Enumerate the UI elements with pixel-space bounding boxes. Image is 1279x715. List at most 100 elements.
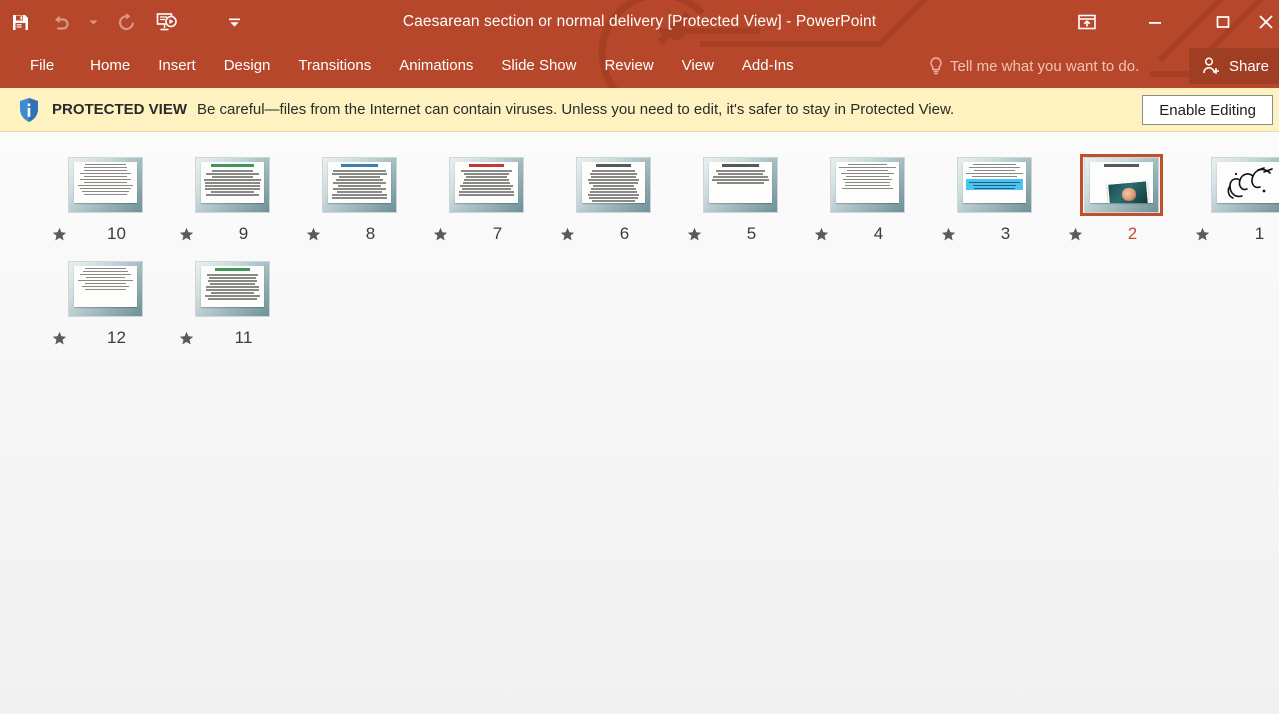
star-icon[interactable]: [175, 227, 197, 242]
slide-caption: 1: [1185, 222, 1279, 246]
slide-text-line: [841, 187, 893, 189]
tab-insert[interactable]: Insert: [144, 44, 210, 88]
slide-text-line: [712, 179, 769, 181]
enable-editing-button[interactable]: Enable Editing: [1142, 95, 1273, 125]
tab-file[interactable]: File: [0, 44, 76, 88]
slide-thumbnail-item[interactable]: 6: [550, 142, 677, 246]
slide-sorter-pane[interactable]: 10 9 8 7 6 5 4 3 2 1 12 11: [0, 132, 1279, 714]
star-icon[interactable]: [1064, 227, 1086, 242]
star-icon[interactable]: [810, 227, 832, 242]
slide-thumbnail-item[interactable]: 9: [169, 142, 296, 246]
tab-design[interactable]: Design: [210, 44, 285, 88]
slide-thumbnail-item[interactable]: 7: [423, 142, 550, 246]
star-icon[interactable]: [48, 227, 70, 242]
slide-thumbnail[interactable]: [191, 154, 274, 216]
slide-thumbnail-item[interactable]: 8: [296, 142, 423, 246]
slide-text-line: [716, 170, 765, 172]
slide-title-line: [721, 164, 760, 167]
slide-text-line: [211, 292, 254, 294]
star-icon[interactable]: [48, 331, 70, 346]
slide-number: 9: [238, 224, 249, 243]
slide-thumbnail[interactable]: [953, 154, 1036, 216]
slide-text-line: [206, 286, 259, 288]
slide-thumbnail[interactable]: [191, 258, 274, 320]
slide-preview: [703, 157, 778, 213]
star-icon[interactable]: [302, 227, 324, 242]
slide-caption: 6: [550, 222, 677, 246]
slide-text-line: [85, 276, 126, 278]
slide-text-line: [592, 185, 635, 187]
star-icon[interactable]: [937, 227, 959, 242]
slide-text-line: [844, 184, 891, 186]
star-icon[interactable]: [175, 331, 197, 346]
slide-text-line: [966, 172, 1023, 174]
slide-thumbnail-item[interactable]: 2: [1058, 142, 1185, 246]
star-icon[interactable]: [683, 227, 705, 242]
slide-thumbnail-item[interactable]: 1: [1185, 142, 1279, 246]
slide-title-line: [211, 164, 254, 167]
close-icon: [1259, 15, 1273, 29]
slide-text-line: [969, 181, 1020, 183]
slide-text-line: [716, 182, 765, 184]
slide-thumbnail[interactable]: [64, 258, 147, 320]
slide-thumbnail-selected[interactable]: [1080, 154, 1163, 216]
star-icon[interactable]: [1191, 227, 1213, 242]
minimize-button[interactable]: [1121, 0, 1189, 44]
slide-number: 10: [107, 224, 126, 243]
slide-text-line: [206, 173, 259, 175]
star-icon[interactable]: [429, 227, 451, 242]
slide-thumbnail-item[interactable]: 5: [677, 142, 804, 246]
slide-text-line: [77, 279, 134, 281]
slide-grid: 10 9 8 7 6 5 4 3 2 1 12 11: [42, 142, 1279, 350]
slide-thumbnail[interactable]: [1207, 154, 1279, 216]
slide-text-line: [587, 179, 639, 181]
tab-animations[interactable]: Animations: [385, 44, 487, 88]
tab-transitions[interactable]: Transitions: [284, 44, 385, 88]
slide-text-line: [204, 185, 261, 187]
slide-thumbnail[interactable]: [699, 154, 782, 216]
slide-text-line: [974, 169, 1015, 171]
slide-thumbnail[interactable]: [445, 154, 528, 216]
slide-text-line: [458, 191, 515, 193]
slide-thumbnail[interactable]: [318, 154, 401, 216]
slide-thumbnail-item[interactable]: 12: [42, 246, 169, 350]
slide-text-line: [206, 274, 259, 276]
tab-add-ins[interactable]: Add-Ins: [728, 44, 808, 88]
slide-number: 4: [873, 224, 884, 243]
slide-text-line: [846, 175, 889, 177]
tab-view[interactable]: View: [668, 44, 728, 88]
tab-slide-show[interactable]: Slide Show: [487, 44, 590, 88]
slide-text-line: [211, 170, 254, 172]
close-button[interactable]: [1257, 0, 1279, 44]
ribbon-display-options-button[interactable]: [1053, 0, 1121, 44]
minimize-icon: [1149, 22, 1161, 24]
tab-review[interactable]: Review: [590, 44, 667, 88]
restore-button[interactable]: [1189, 0, 1257, 44]
maximize-icon: [1216, 16, 1230, 28]
tell-me-search[interactable]: Tell me what you want to do.: [928, 44, 1139, 88]
slide-thumbnail-item[interactable]: 10: [42, 142, 169, 246]
slide-number: 11: [234, 328, 253, 347]
slide-text-line: [464, 173, 509, 175]
tab-home[interactable]: Home: [76, 44, 144, 88]
slide-content: [201, 266, 264, 307]
slide-thumbnail-item[interactable]: 11: [169, 246, 296, 350]
slide-thumbnail[interactable]: [64, 154, 147, 216]
title-bar: Caesarean section or normal delivery [Pr…: [0, 0, 1279, 44]
slide-text-line: [84, 193, 127, 195]
slide-thumbnail[interactable]: [572, 154, 655, 216]
slide-text-line: [466, 176, 507, 178]
slide-thumbnail-item[interactable]: 3: [931, 142, 1058, 246]
slide-thumbnail-item[interactable]: 4: [804, 142, 931, 246]
star-icon[interactable]: [556, 227, 578, 242]
slide-number: 2: [1127, 224, 1138, 243]
slide-text-line: [974, 187, 1015, 189]
slide-content: [1217, 162, 1279, 203]
slide-caption: 11: [169, 326, 296, 350]
share-button[interactable]: Share: [1188, 48, 1279, 84]
slide-thumbnail[interactable]: [826, 154, 909, 216]
